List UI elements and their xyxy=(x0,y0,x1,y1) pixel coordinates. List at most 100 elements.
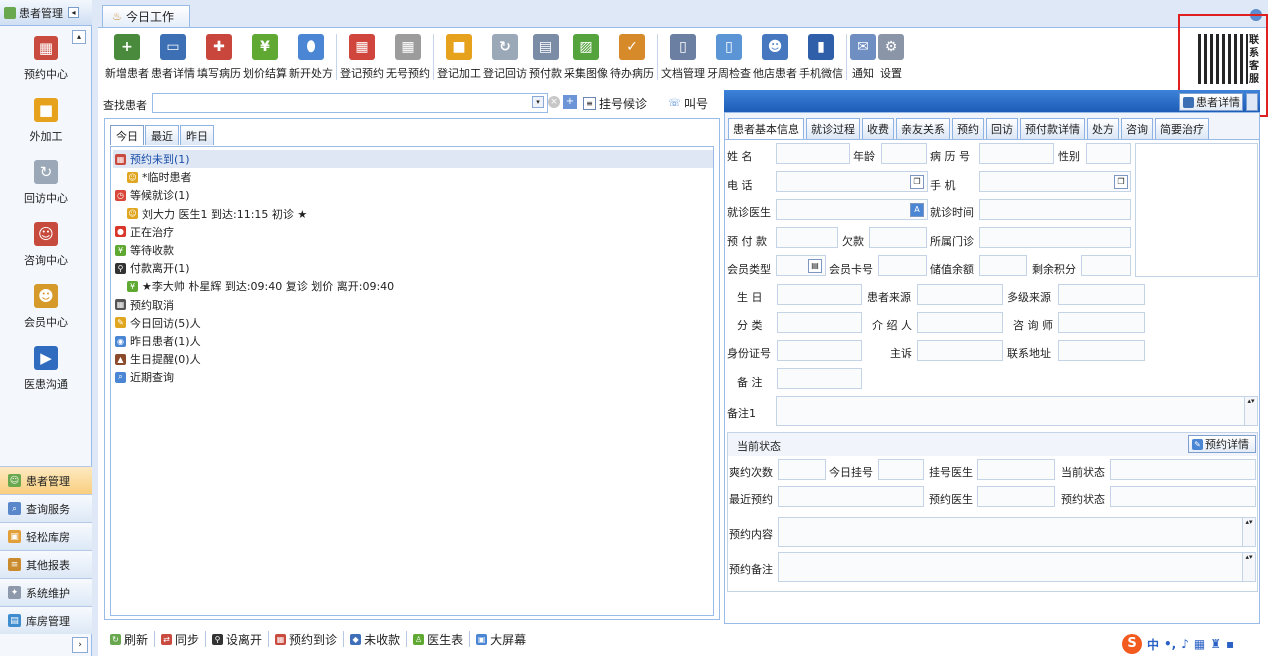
field-input-status-cur_status[interactable] xyxy=(1110,459,1256,480)
search-go-button[interactable]: + xyxy=(563,95,577,109)
tab-patient-3[interactable]: 亲友关系 xyxy=(896,118,950,139)
toolbar-button-17[interactable]: ⚙ 设置 xyxy=(877,32,905,83)
tree-item[interactable]: ¥ ★李大帅 朴星辉 到达:09:40 复诊 划价 离开:09:40 xyxy=(113,277,394,295)
bottom-button-6[interactable]: ▣ 大屏幕 xyxy=(470,631,532,647)
toolbar-button-6[interactable]: ▦ 无号预约 xyxy=(385,32,431,83)
shirt-icon[interactable]: ♜ xyxy=(1210,637,1221,651)
tree-item[interactable]: ▦ 预约未到(1) xyxy=(113,150,713,168)
field-input-status-today_reg[interactable] xyxy=(878,459,924,480)
tree-item[interactable]: ⚲ 付款离开(1) xyxy=(113,259,190,277)
tree-item[interactable]: ☺ 刘大力 医生1 到达:11:15 初诊 ★ xyxy=(113,205,307,223)
doctor-picker-icon[interactable]: A xyxy=(910,203,924,217)
toolbar-button-5[interactable]: ▦ 登记预约 xyxy=(339,32,385,83)
field-input-status-reg_doctor[interactable] xyxy=(977,459,1055,480)
toolbar-button-12[interactable]: ▯ 文档管理 xyxy=(660,32,706,83)
sidebar-item-1[interactable]: ■ 外加工 xyxy=(0,90,92,152)
toolbar-button-4[interactable]: ⬮ 新开处方 xyxy=(288,32,334,83)
field-input-clinic[interactable] xyxy=(979,227,1131,248)
bottom-button-3[interactable]: ▦ 预约到诊 xyxy=(269,631,345,647)
bottom-button-0[interactable]: ↻ 刷新 xyxy=(104,631,156,647)
microphone-icon[interactable]: ♪ xyxy=(1181,637,1189,651)
sidebar-item-5[interactable]: ▶ 医患沟通 xyxy=(0,338,92,400)
tree-item[interactable]: ▲ 生日提醒(0)人 xyxy=(113,350,201,368)
sidebar-collapse-button[interactable]: ◂ xyxy=(68,7,79,18)
toolbar-button-16[interactable]: ✉ 通知 xyxy=(849,32,877,83)
sidebar-menu-item-5[interactable]: ▤ 库房管理 xyxy=(0,606,92,634)
field-input-owed[interactable] xyxy=(869,227,927,248)
bottom-button-5[interactable]: ♙ 医生表 xyxy=(407,631,471,647)
field-input-points[interactable] xyxy=(1081,255,1131,276)
tab-patient-9[interactable]: 简要治疗 xyxy=(1155,118,1209,139)
tree-item[interactable]: ¥ 等待收款 xyxy=(113,241,174,259)
field-input-name[interactable] xyxy=(776,143,850,164)
field-input-consultant[interactable] xyxy=(1058,312,1145,333)
toolbar-button-2[interactable]: ✚ 填写病历 xyxy=(196,32,242,83)
field-input-remark1[interactable] xyxy=(776,396,1258,426)
field-input-category[interactable] xyxy=(777,312,862,333)
sidebar-expand-button[interactable]: › xyxy=(72,637,88,653)
tree-item[interactable]: ▦ 预约取消 xyxy=(113,296,174,314)
tree-item[interactable]: ◉ 昨日患者(1)人 xyxy=(113,332,201,350)
search-dropdown-button[interactable]: ▾ xyxy=(532,96,544,108)
toolbar-button-0[interactable]: + 新增患者 xyxy=(104,32,150,83)
toolbar-button-13[interactable]: ▯ 牙周检查 xyxy=(706,32,752,83)
call-number-button[interactable]: ☏ 叫号 xyxy=(668,93,708,113)
field-input-status-appt_note[interactable] xyxy=(778,552,1256,582)
keyboard-icon[interactable]: ▦ xyxy=(1194,637,1205,651)
ime-language[interactable]: 中 xyxy=(1147,636,1159,653)
field-input-status-appt_doctor[interactable] xyxy=(977,486,1055,507)
toolbar-button-11[interactable]: ✓ 待办病历 xyxy=(609,32,655,83)
tree-item[interactable]: ● 正在治疗 xyxy=(113,223,174,241)
patient-photo[interactable] xyxy=(1135,143,1258,277)
field-input-multi_source[interactable] xyxy=(1058,284,1145,305)
search-input[interactable] xyxy=(152,93,548,113)
bottom-button-4[interactable]: ◆ 未收款 xyxy=(344,631,408,647)
toolbar-button-9[interactable]: ▤ 预付款 xyxy=(528,32,563,83)
field-input-address[interactable] xyxy=(1058,340,1145,361)
tree-item[interactable]: ◷ 等候就诊(1) xyxy=(113,186,190,204)
tab-patient-5[interactable]: 回访 xyxy=(986,118,1018,139)
toolbar-button-14[interactable]: ☻ 他店患者 xyxy=(752,32,798,83)
toolbar-button-10[interactable]: ▨ 采集图像 xyxy=(563,32,609,83)
member-type-picker-icon[interactable]: ▤ xyxy=(808,259,822,273)
sidebar-item-3[interactable]: ☺ 咨询中心 xyxy=(0,214,92,276)
field-input-gender[interactable] xyxy=(1086,143,1131,164)
field-input-mobile[interactable] xyxy=(979,171,1131,192)
ime-punctuation[interactable]: •, xyxy=(1164,637,1176,651)
tab-day-2[interactable]: 昨日 xyxy=(180,125,214,145)
tab-patient-4[interactable]: 预约 xyxy=(952,118,984,139)
appointment-detail-button[interactable]: ✎ 预约详情 xyxy=(1188,435,1256,453)
tab-patient-8[interactable]: 咨询 xyxy=(1121,118,1153,139)
ime-toolbar[interactable]: S 中 •, ♪ ▦ ♜ ▪ xyxy=(1122,634,1234,654)
sidebar-item-0[interactable]: ▦ 预约中心 xyxy=(0,28,92,90)
search-clear-button[interactable]: × xyxy=(548,96,560,108)
register-queue-button[interactable]: ≡ 挂号候诊 xyxy=(583,93,647,113)
appt-note-scrollbar[interactable]: ▴▾ xyxy=(1242,553,1255,581)
field-input-referrer[interactable] xyxy=(917,312,1003,333)
sidebar-menu-item-2[interactable]: ▣ 轻松库房 xyxy=(0,522,92,550)
field-input-birthday[interactable] xyxy=(777,284,862,305)
field-input-remark[interactable] xyxy=(777,368,862,389)
patient-detail-button[interactable]: 患者详情 xyxy=(1179,93,1243,111)
pin-button[interactable] xyxy=(1246,93,1258,111)
field-input-age[interactable] xyxy=(881,143,927,164)
appt-content-scrollbar[interactable]: ▴▾ xyxy=(1242,518,1255,546)
field-input-record_no[interactable] xyxy=(979,143,1054,164)
tab-patient-0[interactable]: 患者基本信息 xyxy=(728,118,804,139)
sogou-icon[interactable]: S xyxy=(1122,634,1142,654)
copy-mobile-icon[interactable]: ❐ xyxy=(1114,175,1128,189)
bottom-button-1[interactable]: ⇄ 同步 xyxy=(155,631,207,647)
tab-day-0[interactable]: 今日 xyxy=(110,125,144,145)
sidebar-menu-item-0[interactable]: ☺ 患者管理 xyxy=(0,466,92,494)
field-input-status-last_appt[interactable] xyxy=(778,486,924,507)
tree-item[interactable]: ⌕ 近期查询 xyxy=(113,368,174,386)
sidebar-menu-item-1[interactable]: ⌕ 查询服务 xyxy=(0,494,92,522)
field-input-phone[interactable] xyxy=(776,171,928,192)
toolbar-button-15[interactable]: ▮ 手机微信 xyxy=(798,32,844,83)
field-input-source[interactable] xyxy=(917,284,1003,305)
copy-phone-icon[interactable]: ❐ xyxy=(910,175,924,189)
field-input-doctor[interactable] xyxy=(776,199,928,220)
tree-item[interactable]: ✎ 今日回访(5)人 xyxy=(113,314,201,332)
qr-code-icon[interactable] xyxy=(1198,34,1248,84)
sidebar-menu-item-3[interactable]: ≡ 其他报表 xyxy=(0,550,92,578)
